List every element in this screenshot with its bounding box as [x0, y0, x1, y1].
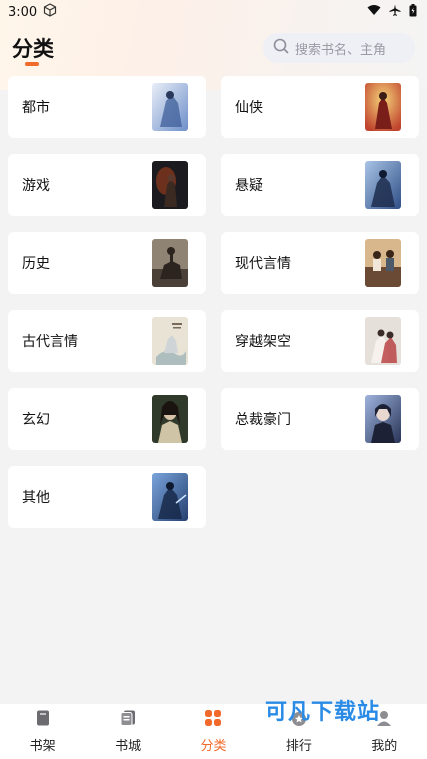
category-cover-image [152, 395, 188, 443]
category-card-chuanyuejiakong[interactable]: 穿越架空 [221, 310, 419, 372]
category-grid: 都市 仙侠 游戏 悬疑 历史 现代言情 古代言情 穿越架空 玄幻 总裁豪门 其他 [8, 76, 419, 528]
category-card-xiandaiyanqing[interactable]: 现代言情 [221, 232, 419, 294]
category-card-qita[interactable]: 其他 [8, 466, 206, 528]
status-time: 3:00 [8, 4, 38, 20]
nav-label: 书架 [29, 739, 56, 754]
bookstore-icon [119, 709, 137, 731]
page-header: 分类 搜索书名、主角 [0, 24, 427, 72]
search-box[interactable]: 搜索书名、主角 [263, 33, 415, 63]
category-label: 都市 [22, 100, 50, 116]
nav-label: 分类 [200, 739, 227, 754]
category-cover-image [152, 83, 188, 131]
category-card-dushi[interactable]: 都市 [8, 76, 206, 138]
category-cover-image [152, 239, 188, 287]
airplane-icon [389, 4, 401, 20]
category-cover-image [365, 83, 401, 131]
category-card-xianxia[interactable]: 仙侠 [221, 76, 419, 138]
category-card-xuanyi[interactable]: 悬疑 [221, 154, 419, 216]
category-card-gudaiyanqing[interactable]: 古代言情 [8, 310, 206, 372]
nav-item-bookstore[interactable]: 书城 [93, 709, 163, 754]
category-cover-image [152, 317, 188, 365]
category-label: 其他 [22, 490, 50, 506]
category-cover-image [152, 161, 188, 209]
search-input[interactable]: 搜索书名、主角 [295, 39, 386, 58]
category-label: 现代言情 [235, 256, 291, 272]
category-card-youxi[interactable]: 游戏 [8, 154, 206, 216]
battery-icon [409, 3, 417, 21]
watermark-text: 可凡下载站 [265, 700, 381, 725]
category-label: 悬疑 [235, 178, 263, 194]
category-label: 历史 [22, 256, 50, 272]
cube-icon [43, 3, 57, 21]
category-label: 玄幻 [22, 412, 50, 428]
status-bar: 3:00 [0, 0, 427, 24]
nav-label: 排行 [285, 739, 312, 754]
category-card-zongcaihaomen[interactable]: 总裁豪门 [221, 388, 419, 450]
category-label: 仙侠 [235, 100, 263, 116]
category-cover-image [365, 239, 401, 287]
category-label: 古代言情 [22, 334, 78, 350]
page-title: 分类 [12, 37, 54, 61]
category-cover-image [365, 317, 401, 365]
nav-label: 书城 [115, 739, 142, 754]
category-card-xuanhuan[interactable]: 玄幻 [8, 388, 206, 450]
category-cover-image [152, 473, 188, 521]
wifi-icon [367, 4, 381, 20]
category-cover-image [365, 161, 401, 209]
category-card-lishi[interactable]: 历史 [8, 232, 206, 294]
category-cover-image [365, 395, 401, 443]
category-label: 穿越架空 [235, 334, 291, 350]
bookshelf-icon [34, 709, 52, 731]
category-icon [204, 709, 222, 731]
nav-item-bookshelf[interactable]: 书架 [8, 709, 78, 754]
search-icon [273, 38, 289, 58]
nav-item-category[interactable]: 分类 [178, 709, 248, 754]
category-label: 游戏 [22, 178, 50, 194]
nav-label: 我的 [371, 739, 398, 754]
category-label: 总裁豪门 [235, 412, 291, 428]
